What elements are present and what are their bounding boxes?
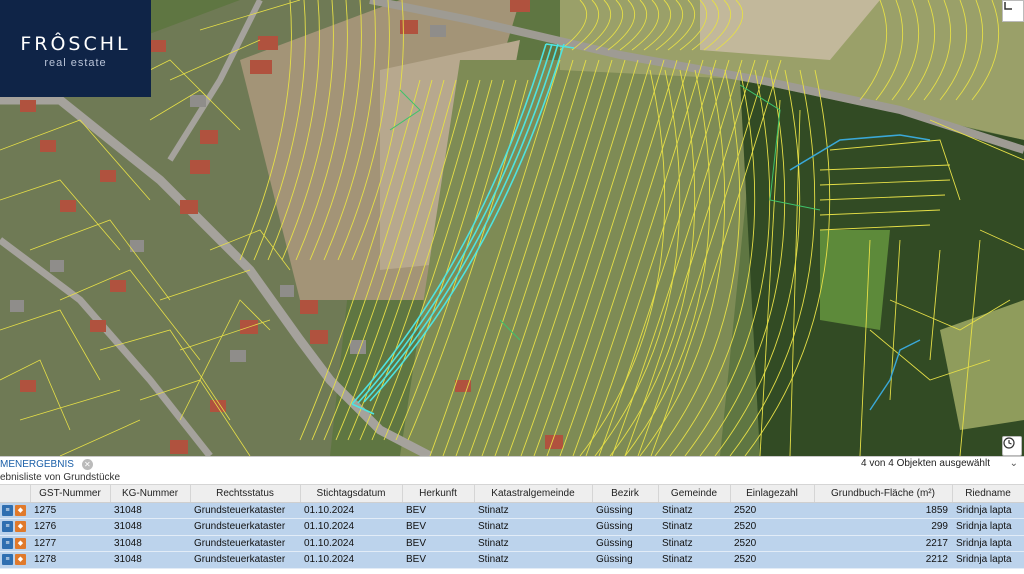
details-icon[interactable]: ≡ [2,504,13,516]
table-cell: Sridnja lapta [952,535,1024,552]
expand-icon[interactable] [1002,0,1024,22]
table-cell: 31048 [110,551,190,569]
table-cell: BEV [402,535,474,552]
table-cell: 01.10.2024 [300,518,402,536]
search-result-panel: MENERGEBNIS ✕ 4 von 4 Objekten ausgewähl… [0,456,1024,574]
table-cell: 2212 [814,551,952,569]
table-cell: Stinatz [474,535,592,552]
table-cell: 2520 [730,502,814,519]
froschl-logo: FRÔSCHL real estate [0,0,151,97]
column-header[interactable]: Gemeinde [658,485,731,503]
table-cell: 01.10.2024 [300,551,402,569]
column-header[interactable]: Grundbuch-Fläche (m²) [814,485,953,503]
table-cell: Sridnja lapta [952,502,1024,519]
cadastral-map[interactable]: FRÔSCHL real estate [0,0,1024,456]
map-pin-icon[interactable]: ◆ [15,537,26,549]
column-header[interactable]: Einlagezahl [730,485,815,503]
table-cell: 1277 [30,535,110,552]
table-cell: BEV [402,551,474,569]
logo-subtitle: real estate [44,57,107,69]
table-cell: 31048 [110,502,190,519]
column-header[interactable]: Riedname [952,485,1024,503]
table-cell: 1859 [814,502,952,519]
column-header[interactable]: Katastralgemeinde [474,485,593,503]
clock-icon[interactable] [1002,436,1022,456]
column-header[interactable]: GST-Nummer [30,485,111,503]
table-cell: Stinatz [474,518,592,536]
table-cell: Güssing [592,551,658,569]
table-cell: 01.10.2024 [300,535,402,552]
table-cell: Stinatz [474,502,592,519]
column-header[interactable]: Herkunft [402,485,475,503]
table-row[interactable]: ≡ ◆ 1276 31048 Grundsteuerkataster 01.10.2024… [0,518,1024,536]
row-actions: ≡ ◆ [0,535,30,552]
table-cell: BEV [402,502,474,519]
table-cell: Sridnja lapta [952,551,1024,569]
table-row[interactable]: ≡ ◆ 1275 31048 Grundsteuerkataster 01.10.2024… [0,502,1024,519]
column-header-icons [0,485,31,503]
table-cell: Stinatz [658,518,730,536]
details-icon[interactable]: ≡ [2,537,13,549]
table-cell: 2217 [814,535,952,552]
table-cell: Grundsteuerkataster [190,551,300,569]
aerial-map-layer[interactable] [0,0,1024,456]
panel-subtitle: ebnisliste von Grundstücke [0,471,1024,485]
row-actions: ≡ ◆ [0,502,30,519]
table-cell: Stinatz [658,551,730,569]
row-actions: ≡ ◆ [0,518,30,536]
table-cell: 31048 [110,535,190,552]
table-cell: 2520 [730,551,814,569]
close-icon[interactable]: ✕ [81,458,93,470]
table-cell: Güssing [592,535,658,552]
chevron-down-icon[interactable]: ⌄ [1010,458,1018,469]
logo-brand: FRÔSCHL [20,33,131,55]
table-cell: 1278 [30,551,110,569]
table-cell: Grundsteuerkataster [190,518,300,536]
table-cell: 1275 [30,502,110,519]
panel-title: MENERGEBNIS [0,458,74,470]
table-cell: Sridnja lapta [952,518,1024,536]
table-cell: Güssing [592,502,658,519]
details-icon[interactable]: ≡ [2,521,13,533]
table-header-row: GST-Nummer KG-Nummer Rechtsstatus Sticht… [0,485,1024,503]
map-pin-icon[interactable]: ◆ [15,554,26,566]
details-icon[interactable]: ≡ [2,554,13,566]
table-cell: 299 [814,518,952,536]
table-row[interactable]: ≡ ◆ 1277 31048 Grundsteuerkataster 01.10.2024… [0,535,1024,552]
table-cell: 01.10.2024 [300,502,402,519]
column-header[interactable]: KG-Nummer [110,485,191,503]
table-cell: Grundsteuerkataster [190,535,300,552]
column-header[interactable]: Rechtsstatus [190,485,301,503]
table-cell: 31048 [110,518,190,536]
selection-count: 4 von 4 Objekten ausgewählt [861,458,990,469]
column-header[interactable]: Bezirk [592,485,659,503]
table-cell: Stinatz [658,535,730,552]
map-pin-icon[interactable]: ◆ [15,521,26,533]
results-table: GST-Nummer KG-Nummer Rechtsstatus Sticht… [0,485,1024,569]
table-cell: Grundsteuerkataster [190,502,300,519]
table-cell: 2520 [730,518,814,536]
table-cell: 2520 [730,535,814,552]
column-header[interactable]: Stichtagsdatum [300,485,403,503]
table-cell: BEV [402,518,474,536]
table-cell: 1276 [30,518,110,536]
table-row[interactable]: ≡ ◆ 1278 31048 Grundsteuerkataster 01.10.2024… [0,551,1024,569]
map-pin-icon[interactable]: ◆ [15,504,26,516]
panel-header: MENERGEBNIS ✕ 4 von 4 Objekten ausgewähl… [0,457,1024,471]
table-cell: Stinatz [658,502,730,519]
table-cell: Stinatz [474,551,592,569]
table-cell: Güssing [592,518,658,536]
row-actions: ≡ ◆ [0,551,30,569]
